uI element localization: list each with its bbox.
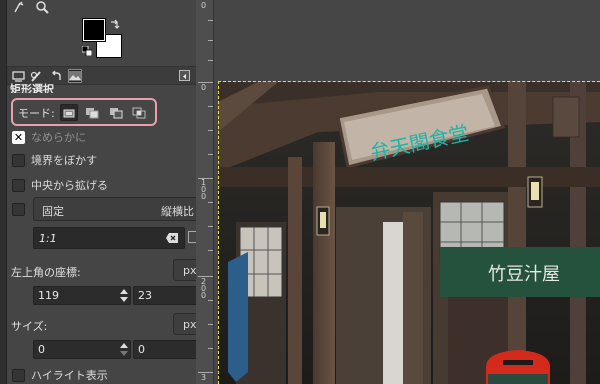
fixed-value: 固定 [42,205,64,218]
highlight-label: ハイライト表示 [31,369,108,382]
ruler-tick [208,300,213,301]
foreground-color-swatch[interactable] [82,18,106,42]
position-y-spin[interactable]: 23 [133,286,199,305]
fixed-row[interactable] [12,203,25,216]
ruler-tick [198,82,213,83]
vertical-ruler[interactable]: 0 0 1 0 0 2 0 0 3 [196,0,214,384]
ruler-tick [198,372,213,373]
undo-history-icon[interactable] [49,69,63,83]
ruler-tick [208,202,213,203]
position-y-value: 23 [138,289,152,302]
mode-replace-button[interactable] [60,104,78,121]
ruler-tick [208,106,213,107]
fixed-mode-select[interactable]: 縦横比 [161,203,194,219]
spin-arrows-icon[interactable] [120,342,128,357]
ruler-tick [208,20,213,21]
mode-intersect-button[interactable] [130,104,148,121]
ruler-label: 3 [200,373,207,382]
tool-options-title: 矩形選択 [10,83,54,93]
ruler-tick [208,250,213,251]
images-icon[interactable] [68,69,82,83]
image-canvas[interactable]: 弁天閣食堂 竹豆汁屋 [218,82,600,384]
reset-colors-icon[interactable] [81,45,93,57]
magnify-icon[interactable] [35,0,49,14]
paint-dynamics-icon[interactable] [29,69,43,83]
ruler-tick [198,178,213,179]
size-h-value: 0 [138,343,145,356]
size-w-value: 0 [38,343,45,356]
ruler-tick [208,324,213,325]
curtain-text: 竹豆汁屋 [488,264,560,285]
tab-menu-button[interactable] [179,70,190,81]
window-left-edge [0,0,7,384]
mode-label: モード: [18,107,55,120]
feather-label: 境界をぼかす [31,154,97,167]
swap-colors-icon[interactable] [109,18,121,30]
ruler-tick [208,130,213,131]
antialias-row[interactable]: ✕ なめらかに [12,129,86,145]
size-h-spin[interactable]: 0 [133,340,199,359]
expand-center-checkbox[interactable] [12,178,25,192]
path-tool-icon[interactable] [13,0,27,14]
ruler-label: 1 0 0 [200,178,207,201]
highlight-checkbox[interactable] [12,368,25,382]
ruler-label: 2 0 0 [200,277,207,300]
position-label: 左上角の座標: [11,266,81,279]
highlight-row[interactable]: ハイライト表示 [12,367,108,383]
ruler-label: 0 [200,83,207,92]
clear-field-icon[interactable] [166,233,178,243]
selection-mode-row: モード: [11,98,157,126]
ruler-tick [208,348,213,349]
expand-center-row[interactable]: 中央から拡げる [12,177,108,193]
ruler-tick [208,60,213,61]
aspect-ratio-field[interactable]: 1:1 [33,227,185,249]
tool-options-icon[interactable] [11,69,25,83]
antialias-label: なめらかに [31,131,86,144]
feather-row[interactable]: 境界をぼかす [12,152,97,168]
aspect-ratio-value: 1:1 [39,232,57,245]
ruler-tick [208,154,213,155]
spin-arrows-icon[interactable] [120,288,128,303]
ruler-tick [208,226,213,227]
size-w-spin[interactable]: 0 [33,340,131,359]
toolbox-panel: 矩形選択 モード: ✕ なめらかに 境界をぼかす 中央から拡げる 固定 縦横比 … [7,0,199,384]
fixed-combo[interactable]: 固定 縦横比 [33,197,199,221]
ruler-tick [208,40,213,41]
mode-subtract-button[interactable] [107,104,125,121]
ruler-label: 0 [200,1,207,10]
position-x-value: 119 [38,289,59,302]
tool-icon-strip [13,0,49,16]
mode-add-button[interactable] [83,104,101,121]
storefront-photo: 弁天閣食堂 竹豆汁屋 [218,82,600,384]
antialias-checkbox[interactable]: ✕ [12,130,25,144]
fixed-checkbox[interactable] [12,203,25,216]
feather-checkbox[interactable] [12,153,25,167]
position-x-spin[interactable]: 119 [33,286,131,305]
ruler-tick [198,276,213,277]
size-label: サイズ: [11,320,48,333]
expand-center-label: 中央から拡げる [31,179,108,192]
